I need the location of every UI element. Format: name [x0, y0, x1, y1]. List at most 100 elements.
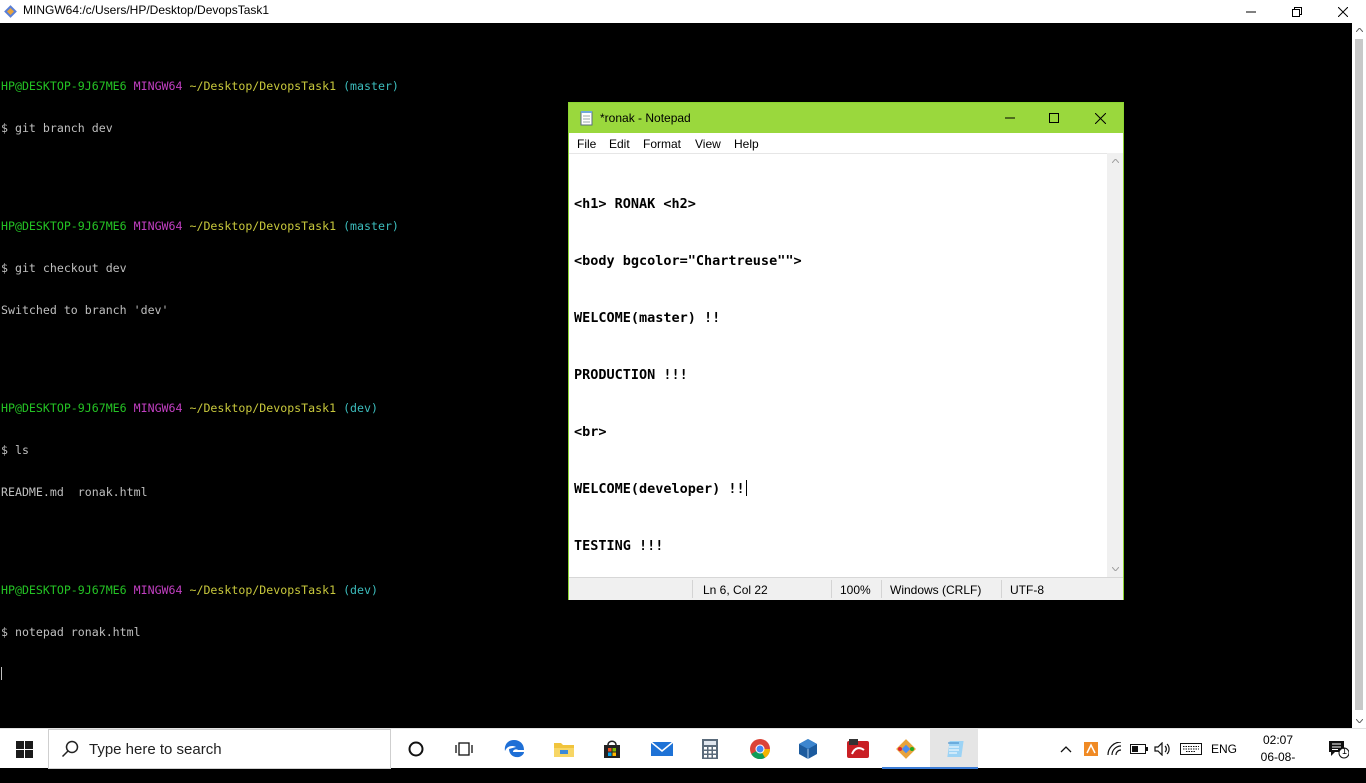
prompt-branch: (dev): [343, 583, 378, 597]
notepad-window[interactable]: *ronak - Notepad File Edit Format View H…: [568, 102, 1124, 611]
text-line-content: WELCOME(developer) !!: [574, 481, 745, 497]
keyboard-icon: [1180, 743, 1202, 755]
zoom-level: 100%: [840, 583, 871, 597]
taskbar-app[interactable]: [834, 729, 882, 769]
mintty-titlebar[interactable]: MINGW64:/c/Users/HP/Desktop/DevopsTask1: [0, 0, 1366, 23]
volume-button[interactable]: [1152, 729, 1174, 769]
terminal-cursor: [1, 667, 2, 680]
scroll-down-button[interactable]: [1352, 714, 1366, 728]
menu-file[interactable]: File: [577, 137, 596, 151]
battery-button[interactable]: [1128, 729, 1150, 769]
mail-icon: [650, 741, 674, 756]
notification-count: 1: [1342, 746, 1348, 756]
tray-app-icon: [1084, 742, 1098, 756]
start-button[interactable]: [0, 729, 48, 769]
notepad-scrollbar[interactable]: [1107, 153, 1123, 577]
prompt-user: HP@DESKTOP-9J67ME6: [1, 79, 127, 93]
task-view-icon: [455, 742, 473, 756]
text-line: <body bgcolor="Chartreuse"">: [574, 253, 802, 269]
prompt-user: HP@DESKTOP-9J67ME6: [1, 583, 127, 597]
prompt-path: ~/Desktop/DevopsTask1: [189, 219, 337, 233]
calculator-icon: [702, 739, 718, 759]
taskbar-calculator[interactable]: [686, 729, 734, 769]
chrome-icon: [750, 739, 771, 760]
status-divider: [692, 580, 693, 598]
command-line: $ git checkout dev: [1, 261, 127, 275]
app-icon: [847, 739, 869, 758]
taskbar-store[interactable]: [588, 729, 636, 769]
text-line: <br>: [574, 424, 607, 440]
encoding: UTF-8: [1010, 583, 1044, 597]
prompt-system: MINGW64: [133, 79, 183, 93]
restore-button[interactable]: [1274, 0, 1320, 23]
notepad-menubar: File Edit Format View Help: [569, 133, 1123, 153]
clock[interactable]: 02:07 06-08-2020: [1248, 732, 1308, 783]
input-language-button[interactable]: ENG: [1208, 729, 1240, 769]
chevron-up-icon: [1060, 746, 1072, 753]
windows-logo-icon: [15, 740, 33, 758]
taskbar-edge[interactable]: [490, 729, 538, 769]
text-line: <h1> RONAK <h2>: [574, 196, 696, 212]
notepad-icon: [947, 741, 964, 757]
prompt-system: MINGW64: [133, 583, 183, 597]
status-divider: [1001, 580, 1002, 598]
menu-format[interactable]: Format: [643, 137, 681, 151]
taskbar-virtualbox[interactable]: [784, 729, 832, 769]
menu-edit[interactable]: Edit: [609, 137, 630, 151]
file-explorer-icon: [554, 743, 574, 757]
notepad-icon: [580, 111, 593, 126]
line-ending: Windows (CRLF): [890, 583, 982, 597]
taskbar: Type here to search ENG 02:07 06-08-2020…: [0, 728, 1366, 781]
edge-icon: [504, 740, 524, 758]
task-view-button[interactable]: [440, 729, 488, 769]
prompt-path: ~/Desktop/DevopsTask1: [189, 401, 337, 415]
taskbar-chrome[interactable]: [736, 729, 784, 769]
scroll-thumb[interactable]: [1355, 39, 1363, 710]
notepad-minimize-button[interactable]: [987, 103, 1033, 133]
touch-keyboard-button[interactable]: [1178, 729, 1204, 769]
prompt-branch: (master): [343, 79, 399, 93]
action-center-button[interactable]: 1: [1318, 729, 1358, 769]
text-line: WELCOME(developer) !!: [574, 480, 802, 499]
notepad-close-button[interactable]: [1077, 103, 1123, 133]
menu-help[interactable]: Help: [734, 137, 759, 151]
clock-time: 02:07: [1262, 733, 1294, 747]
prompt-branch: (dev): [343, 401, 378, 415]
tray-app-button[interactable]: [1080, 729, 1102, 769]
notepad-title: *ronak - Notepad: [600, 111, 691, 125]
taskbar-mail[interactable]: [638, 729, 686, 769]
terminal-scrollbar[interactable]: [1352, 23, 1366, 728]
maximize-icon: [1049, 113, 1059, 123]
show-hidden-icons-button[interactable]: [1056, 729, 1076, 769]
network-button[interactable]: [1104, 729, 1126, 769]
scroll-down-button[interactable]: [1107, 561, 1123, 577]
chevron-up-icon: [1111, 159, 1119, 163]
notepad-statusbar: Ln 6, Col 22 100% Windows (CRLF) UTF-8: [569, 577, 1123, 600]
close-button[interactable]: [1320, 0, 1366, 23]
menu-view[interactable]: View: [695, 137, 721, 151]
volume-icon: [1154, 742, 1170, 756]
language-indicator: ENG: [1210, 742, 1237, 756]
notepad-maximize-button[interactable]: [1031, 103, 1077, 133]
notepad-text-area[interactable]: <h1> RONAK <h2> <body bgcolor="Chartreus…: [569, 153, 1107, 611]
active-indicator: [882, 767, 930, 769]
git-bash-icon: [4, 5, 17, 18]
taskbar-notepad[interactable]: [930, 729, 978, 769]
close-icon: [1094, 112, 1106, 124]
scroll-up-button[interactable]: [1107, 153, 1123, 169]
minimize-icon: [1246, 11, 1256, 12]
search-icon: [61, 740, 79, 758]
notepad-titlebar[interactable]: *ronak - Notepad: [569, 103, 1123, 133]
prompt-line: HP@DESKTOP-9J67ME6 MINGW64 ~/Desktop/Dev…: [1, 219, 399, 233]
minimize-button[interactable]: [1228, 0, 1274, 23]
text-line: PRODUCTION !!!: [574, 367, 688, 383]
prompt-line: HP@DESKTOP-9J67ME6 MINGW64 ~/Desktop/Dev…: [1, 401, 399, 415]
taskbar-git-bash[interactable]: [882, 729, 930, 769]
cortana-button[interactable]: [392, 729, 440, 769]
taskbar-file-explorer[interactable]: [540, 729, 588, 769]
taskbar-search-box[interactable]: Type here to search: [48, 729, 391, 769]
command-line: $ git branch dev: [1, 121, 113, 135]
prompt-line: HP@DESKTOP-9J67ME6 MINGW64 ~/Desktop/Dev…: [1, 583, 399, 597]
text-caret: [745, 480, 747, 496]
scroll-up-button[interactable]: [1352, 23, 1366, 37]
